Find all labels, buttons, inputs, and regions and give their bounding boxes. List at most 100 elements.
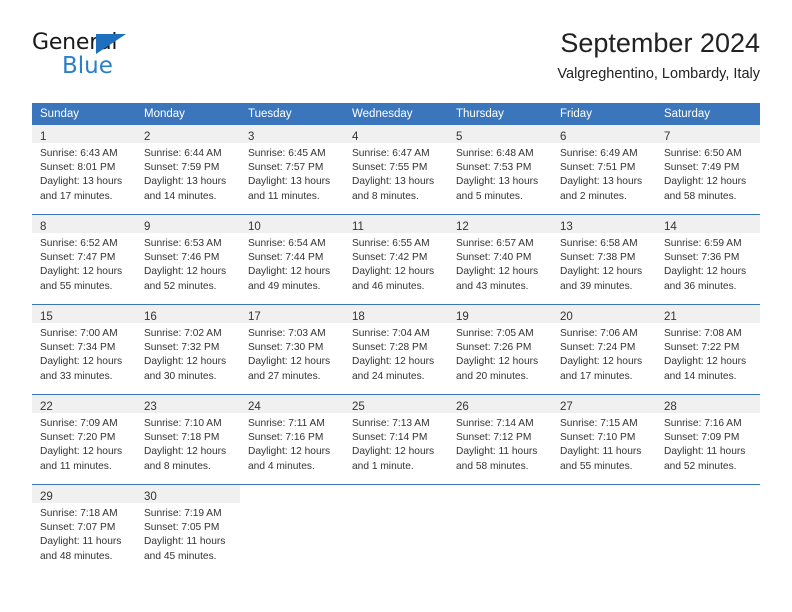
- calendar-day-cell[interactable]: 12 Sunrise: 6:57 AM Sunset: 7:40 PM Dayligh…: [448, 214, 552, 305]
- daylight-duration-line2: and 8 minutes.: [352, 190, 419, 202]
- calendar-day-cell[interactable]: 7 Sunrise: 6:50 AM Sunset: 7:49 PM Daylight…: [656, 125, 760, 215]
- calendar-day-cell[interactable]: 23 Sunrise: 7:10 AM Sunset: 7:18 PM Dayligh…: [136, 394, 240, 485]
- sunset-time: Sunset: 7:07 PM: [40, 522, 116, 534]
- calendar-day-cell[interactable]: 6 Sunrise: 6:49 AM Sunset: 7:51 PM Daylight…: [552, 125, 656, 215]
- calendar-day-cell[interactable]: 2 Sunrise: 6:44 AM Sunset: 7:59 PM Daylight…: [136, 125, 240, 215]
- calendar-day-cell[interactable]: 18 Sunrise: 7:04 AM Sunset: 7:28 PM Dayligh…: [344, 304, 448, 395]
- sunset-time: Sunset: 7:05 PM: [144, 522, 220, 534]
- day-number: 19: [456, 311, 469, 323]
- calendar-day-cell[interactable]: 10 Sunrise: 6:54 AM Sunset: 7:44 PM Dayligh…: [240, 214, 344, 305]
- daylight-duration-line1: Daylight: 12 hours: [40, 356, 123, 368]
- brand-logo[interactable]: General Blue: [32, 30, 162, 84]
- day-details: Sunrise: 6:49 AM Sunset: 7:51 PM Daylight:…: [552, 143, 656, 204]
- day-number-band: 12: [448, 215, 552, 233]
- calendar-day-cell[interactable]: 21 Sunrise: 7:08 AM Sunset: 7:22 PM Dayligh…: [656, 304, 760, 395]
- day-cell-inner: 6 Sunrise: 6:49 AM Sunset: 7:51 PM Daylight…: [552, 125, 656, 214]
- calendar-day-cell[interactable]: 30 Sunrise: 7:19 AM Sunset: 7:05 PM Dayligh…: [136, 484, 240, 574]
- day-cell-inner: [448, 485, 552, 574]
- calendar-day-cell[interactable]: 8 Sunrise: 6:52 AM Sunset: 7:47 PM Daylight…: [32, 214, 136, 305]
- daylight-duration-line2: and 27 minutes.: [248, 370, 321, 382]
- calendar-day-cell[interactable]: 4 Sunrise: 6:47 AM Sunset: 7:55 PM Daylight…: [344, 125, 448, 215]
- day-number: 21: [664, 311, 677, 323]
- sunrise-time: Sunrise: 6:48 AM: [456, 148, 534, 159]
- day-number: 26: [456, 401, 469, 413]
- calendar-day-cell[interactable]: 22 Sunrise: 7:09 AM Sunset: 7:20 PM Dayligh…: [32, 394, 136, 485]
- day-cell-inner: 13 Sunrise: 6:58 AM Sunset: 7:38 PM Dayligh…: [552, 215, 656, 304]
- day-number-band: 16: [136, 305, 240, 323]
- sunset-time: Sunset: 7:57 PM: [248, 162, 324, 174]
- calendar-day-cell[interactable]: 15 Sunrise: 7:00 AM Sunset: 7:34 PM Dayligh…: [32, 304, 136, 395]
- day-details: Sunrise: 7:02 AM Sunset: 7:32 PM Daylight:…: [136, 323, 240, 384]
- calendar-day-cell[interactable]: 17 Sunrise: 7:03 AM Sunset: 7:30 PM Dayligh…: [240, 304, 344, 395]
- day-details: Sunrise: 6:54 AM Sunset: 7:44 PM Daylight:…: [240, 233, 344, 294]
- day-number-band: [344, 485, 448, 503]
- daylight-duration-line1: Daylight: 12 hours: [664, 356, 747, 368]
- day-details: Sunrise: 6:50 AM Sunset: 7:49 PM Daylight:…: [656, 143, 760, 204]
- sunset-time: Sunset: 7:22 PM: [664, 342, 740, 354]
- day-cell-inner: 25 Sunrise: 7:13 AM Sunset: 7:14 PM Dayligh…: [344, 395, 448, 484]
- sunrise-time: Sunrise: 6:44 AM: [144, 148, 222, 159]
- daylight-duration-line2: and 8 minutes.: [144, 460, 211, 472]
- calendar-day-cell[interactable]: 29 Sunrise: 7:18 AM Sunset: 7:07 PM Dayligh…: [32, 484, 136, 574]
- day-details: Sunrise: 6:44 AM Sunset: 7:59 PM Daylight:…: [136, 143, 240, 204]
- day-details: Sunrise: 6:55 AM Sunset: 7:42 PM Daylight:…: [344, 233, 448, 294]
- calendar-day-cell[interactable]: 13 Sunrise: 6:58 AM Sunset: 7:38 PM Dayligh…: [552, 214, 656, 305]
- daylight-duration-line1: Daylight: 13 hours: [352, 176, 435, 188]
- sunset-time: Sunset: 7:10 PM: [560, 432, 636, 444]
- day-cell-inner: 18 Sunrise: 7:04 AM Sunset: 7:28 PM Dayligh…: [344, 305, 448, 394]
- sunrise-time: Sunrise: 6:55 AM: [352, 238, 430, 249]
- daylight-duration-line2: and 36 minutes.: [664, 280, 737, 292]
- sunrise-time: Sunrise: 7:02 AM: [144, 328, 222, 339]
- day-number-band: [448, 485, 552, 503]
- day-number: 6: [560, 131, 567, 143]
- day-number: 2: [144, 131, 151, 143]
- day-number: 5: [456, 131, 463, 143]
- calendar-body: 1 Sunrise: 6:43 AM Sunset: 8:01 PM Daylight…: [32, 125, 760, 574]
- day-number-band: 11: [344, 215, 448, 233]
- weekday-header-saturday: Saturday: [656, 103, 760, 125]
- day-cell-inner: 30 Sunrise: 7:19 AM Sunset: 7:05 PM Dayligh…: [136, 485, 240, 574]
- sunset-time: Sunset: 7:14 PM: [352, 432, 428, 444]
- calendar-week-row: 29 Sunrise: 7:18 AM Sunset: 7:07 PM Dayligh…: [32, 484, 760, 574]
- sunset-time: Sunset: 7:59 PM: [144, 162, 220, 174]
- day-cell-inner: 17 Sunrise: 7:03 AM Sunset: 7:30 PM Dayligh…: [240, 305, 344, 394]
- daylight-duration-line2: and 55 minutes.: [560, 460, 633, 472]
- calendar-day-cell[interactable]: 28 Sunrise: 7:16 AM Sunset: 7:09 PM Dayligh…: [656, 394, 760, 485]
- day-number-band: 21: [656, 305, 760, 323]
- sunrise-time: Sunrise: 7:09 AM: [40, 418, 118, 429]
- day-number-band: 29: [32, 485, 136, 503]
- calendar-day-cell[interactable]: 3 Sunrise: 6:45 AM Sunset: 7:57 PM Daylight…: [240, 125, 344, 215]
- day-cell-inner: 3 Sunrise: 6:45 AM Sunset: 7:57 PM Daylight…: [240, 125, 344, 214]
- calendar-day-cell[interactable]: 5 Sunrise: 6:48 AM Sunset: 7:53 PM Daylight…: [448, 125, 552, 215]
- daylight-duration-line1: Daylight: 11 hours: [664, 446, 746, 458]
- calendar-week-row: 15 Sunrise: 7:00 AM Sunset: 7:34 PM Dayligh…: [32, 304, 760, 395]
- day-details: [552, 503, 656, 507]
- calendar-day-cell[interactable]: 1 Sunrise: 6:43 AM Sunset: 8:01 PM Daylight…: [32, 125, 136, 215]
- day-details: Sunrise: 7:04 AM Sunset: 7:28 PM Daylight:…: [344, 323, 448, 384]
- day-cell-inner: 12 Sunrise: 6:57 AM Sunset: 7:40 PM Dayligh…: [448, 215, 552, 304]
- day-cell-inner: [552, 485, 656, 574]
- calendar-day-cell[interactable]: 27 Sunrise: 7:15 AM Sunset: 7:10 PM Dayligh…: [552, 394, 656, 485]
- calendar-day-cell[interactable]: 24 Sunrise: 7:11 AM Sunset: 7:16 PM Dayligh…: [240, 394, 344, 485]
- sunset-time: Sunset: 7:12 PM: [456, 432, 532, 444]
- calendar-day-cell[interactable]: 25 Sunrise: 7:13 AM Sunset: 7:14 PM Dayligh…: [344, 394, 448, 485]
- day-number: 29: [40, 491, 53, 503]
- calendar-day-cell[interactable]: 20 Sunrise: 7:06 AM Sunset: 7:24 PM Dayligh…: [552, 304, 656, 395]
- calendar-day-cell[interactable]: 26 Sunrise: 7:14 AM Sunset: 7:12 PM Dayligh…: [448, 394, 552, 485]
- sunrise-time: Sunrise: 6:57 AM: [456, 238, 534, 249]
- day-cell-inner: 24 Sunrise: 7:11 AM Sunset: 7:16 PM Dayligh…: [240, 395, 344, 484]
- calendar-day-cell[interactable]: 19 Sunrise: 7:05 AM Sunset: 7:26 PM Dayligh…: [448, 304, 552, 395]
- day-number-band: 26: [448, 395, 552, 413]
- calendar-week-row: 1 Sunrise: 6:43 AM Sunset: 8:01 PM Daylight…: [32, 125, 760, 215]
- day-cell-inner: 16 Sunrise: 7:02 AM Sunset: 7:32 PM Dayligh…: [136, 305, 240, 394]
- sunrise-time: Sunrise: 7:16 AM: [664, 418, 742, 429]
- day-details: Sunrise: 6:52 AM Sunset: 7:47 PM Daylight:…: [32, 233, 136, 294]
- day-details: Sunrise: 7:15 AM Sunset: 7:10 PM Daylight:…: [552, 413, 656, 474]
- daylight-duration-line2: and 49 minutes.: [248, 280, 321, 292]
- day-cell-inner: [344, 485, 448, 574]
- calendar-day-cell[interactable]: 14 Sunrise: 6:59 AM Sunset: 7:36 PM Dayligh…: [656, 214, 760, 305]
- calendar-day-cell[interactable]: 11 Sunrise: 6:55 AM Sunset: 7:42 PM Dayligh…: [344, 214, 448, 305]
- calendar-day-cell[interactable]: 16 Sunrise: 7:02 AM Sunset: 7:32 PM Dayligh…: [136, 304, 240, 395]
- day-number: 16: [144, 311, 157, 323]
- calendar-day-cell[interactable]: 9 Sunrise: 6:53 AM Sunset: 7:46 PM Daylight…: [136, 214, 240, 305]
